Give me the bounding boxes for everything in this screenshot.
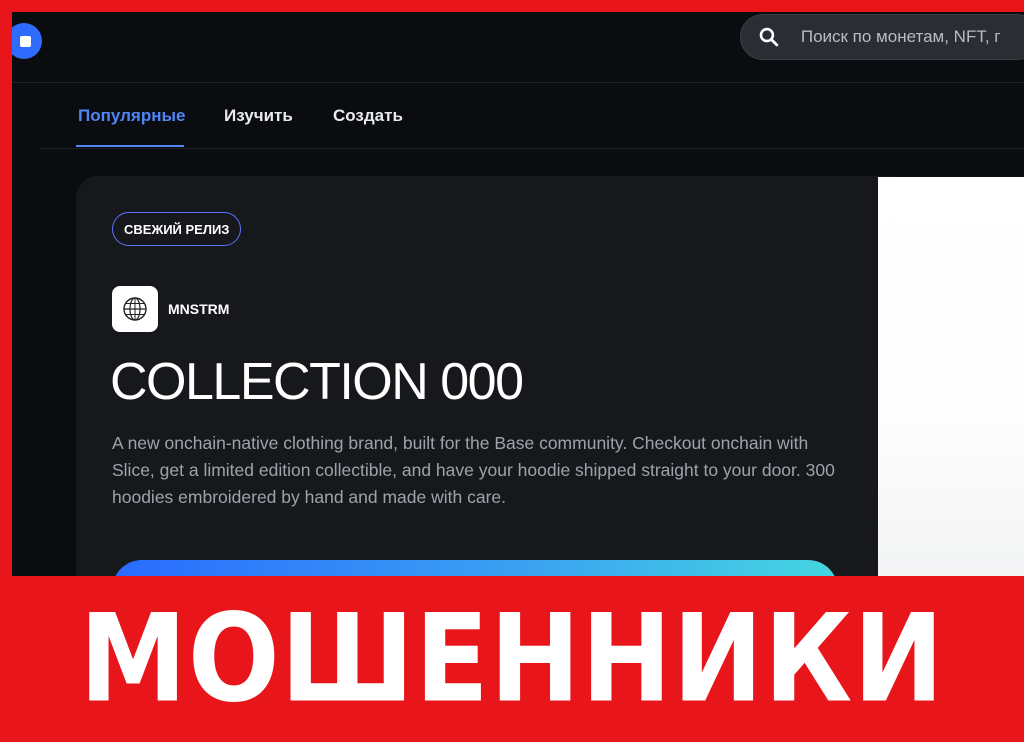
top-navigation-bar [12,12,1024,83]
collection-title: COLLECTION 000 [110,353,524,411]
collection-description: A new onchain-native clothing brand, bui… [112,433,835,507]
featured-collection-card[interactable]: СВЕЖИЙ РЕЛИЗ MNSTRM COLLECTION 000 A new… [76,176,916,576]
creator-avatar[interactable] [112,286,158,332]
tab-popular[interactable]: Популярные [78,106,185,126]
search-icon [759,27,779,47]
active-tab-indicator [76,145,184,147]
collection-image[interactable] [878,177,1024,576]
warning-banner: МОШЕННИКИ [0,576,1024,742]
search-input[interactable] [800,27,1024,47]
primary-action-button[interactable] [112,560,838,576]
fresh-release-badge: СВЕЖИЙ РЕЛИЗ [112,212,242,246]
creator-name[interactable]: MNSTRM [168,301,229,317]
tab-bar: Популярные Изучить Создать [40,82,1024,149]
globe-icon [123,297,147,321]
search-bar[interactable] [740,14,1024,60]
scam-warning-text: МОШЕННИКИ [79,589,945,729]
app-logo-icon[interactable] [12,23,42,59]
tab-create[interactable]: Создать [333,106,403,126]
tab-explore[interactable]: Изучить [224,106,293,126]
app-screenshot: Популярные Изучить Создать СВЕЖИЙ РЕЛИЗ … [12,12,1024,576]
